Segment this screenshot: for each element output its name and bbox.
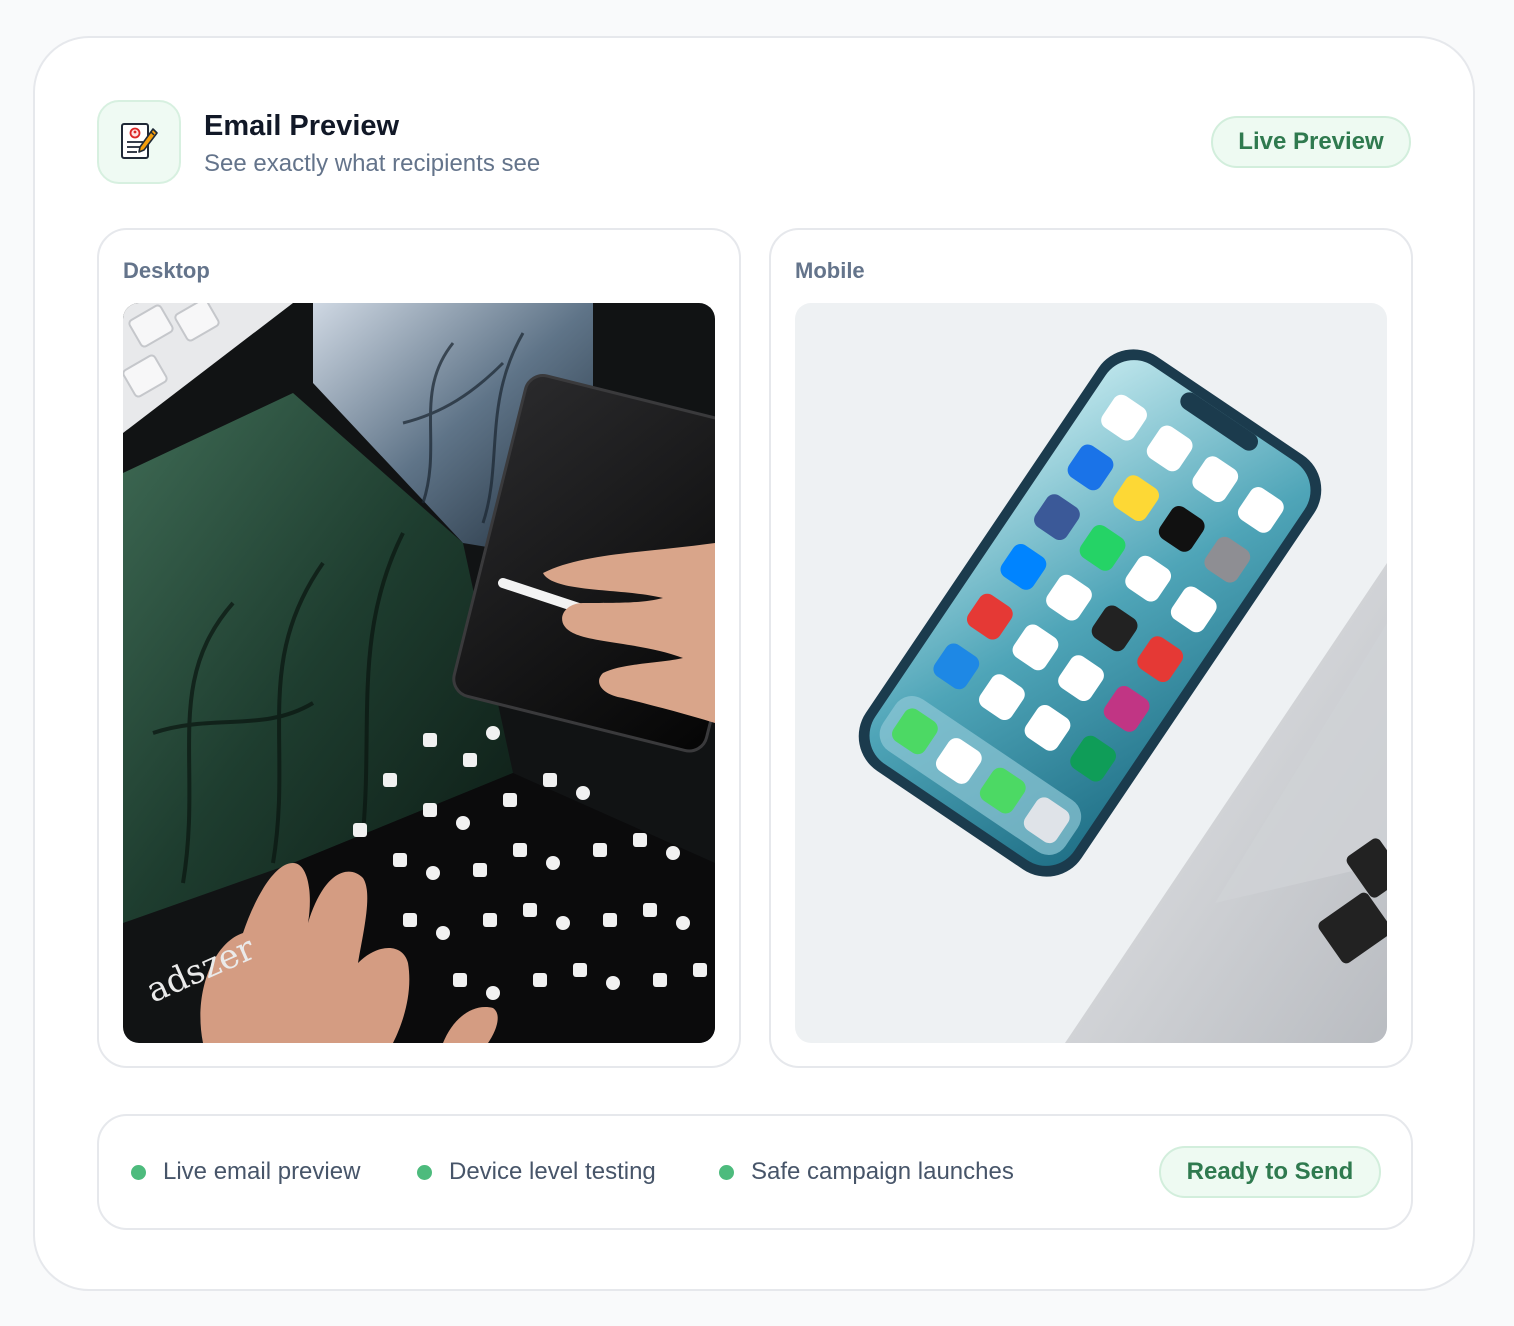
ready-to-send-badge[interactable]: Ready to Send [1159,1146,1381,1198]
feature-item: Safe campaign launches [719,1116,1014,1228]
status-dot-icon [719,1164,734,1180]
status-dot-icon [131,1164,146,1180]
desktop-preview-label: Desktop [123,258,210,283]
live-preview-badge[interactable]: Live Preview [1211,116,1411,168]
status-dot-icon [417,1164,432,1180]
desktop-preview-image: adszer [123,303,715,1043]
mobile-preview-label: Mobile [795,258,865,283]
feature-label: Device level testing [449,1158,656,1185]
email-preview-card: Email Preview See exactly what recipient… [33,36,1475,1291]
email-document-edit-icon [121,123,158,159]
email-preview-logo [97,100,181,184]
card-header: Email Preview See exactly what recipient… [97,100,1411,184]
feature-item: Live email preview [131,1116,360,1228]
feature-label: Live email preview [163,1158,361,1185]
mobile-preview-image [795,303,1387,1043]
mobile-preview-panel: Mobile [769,228,1413,1068]
feature-item: Device level testing [417,1116,656,1228]
desktop-preview-panel: Desktop adszer [97,228,741,1068]
feature-status-bar: Live email preview Device level testing … [97,1114,1413,1230]
feature-label: Safe campaign launches [751,1158,1014,1185]
page-title: Email Preview [204,110,400,142]
page-subtitle: See exactly what recipients see [204,150,541,177]
